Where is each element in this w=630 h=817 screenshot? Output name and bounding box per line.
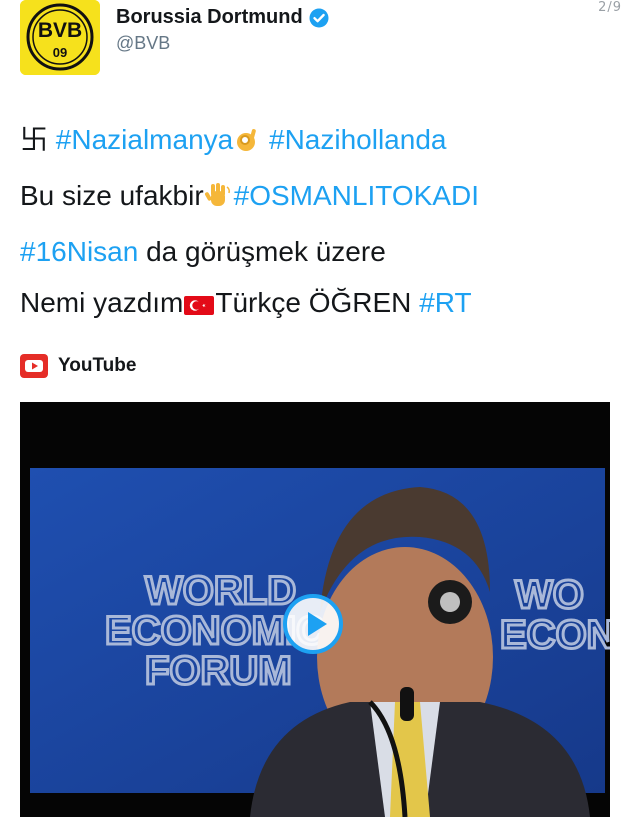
tweet-header: BVB 09 Borussia Dortmund @BVB — [20, 0, 620, 76]
svg-text:WO: WO — [515, 573, 584, 617]
tweet-text-segment: Türkçe ÖĞREN — [215, 287, 420, 318]
account-handle[interactable]: @BVB — [116, 33, 329, 54]
hashtag-osmanlitokadi[interactable]: #OSMANLITOKADI — [234, 180, 479, 211]
avatar[interactable]: BVB 09 — [20, 0, 100, 75]
avatar-text-top: BVB — [38, 19, 82, 42]
avatar-text-bottom: 09 — [53, 45, 67, 60]
play-button[interactable] — [283, 594, 343, 654]
turkish-flag-emoji-icon — [183, 282, 215, 333]
swastika-symbol: 卐 — [20, 124, 49, 155]
media-source-label: YouTube — [58, 355, 137, 376]
tweet-line-1: 卐 #Nazialmanya #Nazihollanda — [20, 114, 620, 170]
hashtag-16nisan[interactable]: #16Nisan — [20, 236, 138, 267]
waving-hand-emoji-icon — [204, 175, 234, 226]
tweet-text-segment: Bu size ufakbir — [20, 180, 204, 211]
hashtag-rt[interactable]: #RT — [419, 287, 471, 318]
youtube-icon — [20, 354, 48, 378]
tweet-line-3: #16Nisan da görüşmek üzere — [20, 226, 620, 277]
video-logo-text-1: WORLD — [145, 569, 296, 613]
account-name-row[interactable]: Borussia Dortmund — [116, 6, 329, 29]
ok-hand-emoji-icon — [233, 119, 261, 170]
video-logo-text-3: FORUM — [145, 649, 292, 693]
bvb-logo: BVB 09 — [20, 0, 100, 75]
verified-badge-icon — [309, 8, 329, 27]
media-source[interactable]: YouTube — [20, 352, 136, 380]
account-name-block: Borussia Dortmund @BVB — [116, 6, 329, 54]
display-name[interactable]: Borussia Dortmund — [116, 6, 303, 29]
hashtag-nazialmanya[interactable]: #Nazialmanya — [56, 124, 233, 155]
tweet-line-4: Nemi yazdım Türkçe ÖĞREN #RT — [20, 277, 620, 333]
tweet-line-2: Bu size ufakbir #OSMANLITOKADI — [20, 170, 620, 226]
hashtag-nazihollanda[interactable]: #Nazihollanda — [269, 124, 446, 155]
tweet-text-segment: Nemi yazdım — [20, 287, 184, 318]
tweet-text: 卐 #Nazialmanya #Nazihollanda Bu size ufa… — [20, 114, 620, 333]
tweet-text-segment: da görüşmek üzere — [138, 236, 386, 267]
svg-text:ECON: ECON — [500, 613, 610, 657]
